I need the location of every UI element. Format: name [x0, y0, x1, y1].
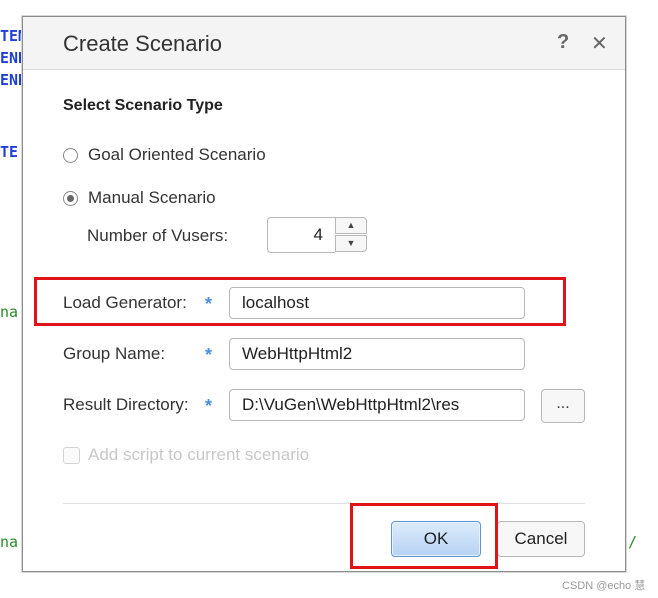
help-icon[interactable]: ?: [557, 31, 569, 54]
vusers-label: Number of Vusers:: [87, 226, 229, 245]
code-fragment: END: [0, 71, 22, 89]
stepper-down-button[interactable]: ▼: [335, 235, 367, 252]
code-fragment: na: [0, 533, 19, 551]
group-name-label: Group Name:: [63, 344, 166, 363]
dialog-titlebar: Create Scenario ? ✕: [23, 17, 625, 70]
radio-manual[interactable]: Manual Scenario: [63, 188, 216, 208]
result-directory-input[interactable]: D:\VuGen\WebHttpHtml2\res: [229, 389, 525, 421]
watermark: CSDN @echo 慧: [562, 580, 646, 592]
radio-label: Goal Oriented Scenario: [88, 145, 266, 164]
load-generator-label: Load Generator:: [63, 293, 187, 312]
result-directory-label: Result Directory:: [63, 395, 189, 414]
load-generator-input[interactable]: localhost: [229, 287, 525, 319]
close-icon[interactable]: ✕: [591, 31, 608, 56]
add-script-checkbox: [63, 446, 80, 464]
vusers-stepper[interactable]: 4 ▲ ▼: [267, 217, 369, 253]
code-fragment: TEM: [0, 27, 22, 45]
code-fragment: /: [628, 533, 638, 551]
add-script-option: Add script to current scenario: [63, 445, 309, 465]
ok-button[interactable]: OK: [391, 521, 481, 557]
required-marker: *: [205, 294, 213, 314]
group-name-input[interactable]: WebHttpHtml2: [229, 338, 525, 370]
cancel-button[interactable]: Cancel: [497, 521, 585, 557]
dialog-title: Create Scenario: [63, 31, 222, 56]
radio-button[interactable]: [63, 190, 78, 206]
footer-divider: [63, 503, 585, 504]
radio-button[interactable]: [63, 147, 78, 163]
code-fragment: END: [0, 49, 22, 67]
code-fragment: na: [0, 303, 19, 321]
radio-label: Manual Scenario: [88, 188, 216, 207]
browse-button[interactable]: ...: [541, 389, 585, 423]
code-fragment: TE: [0, 143, 19, 161]
vusers-input[interactable]: 4: [267, 217, 335, 253]
required-marker: *: [205, 345, 213, 365]
required-marker: *: [205, 396, 213, 416]
radio-goal-oriented[interactable]: Goal Oriented Scenario: [63, 145, 266, 165]
stepper-up-button[interactable]: ▲: [335, 217, 367, 234]
section-title: Select Scenario Type: [63, 97, 223, 114]
add-script-label: Add script to current scenario: [88, 445, 310, 464]
create-scenario-dialog: Create Scenario ? ✕ Select Scenario Type…: [22, 16, 626, 572]
